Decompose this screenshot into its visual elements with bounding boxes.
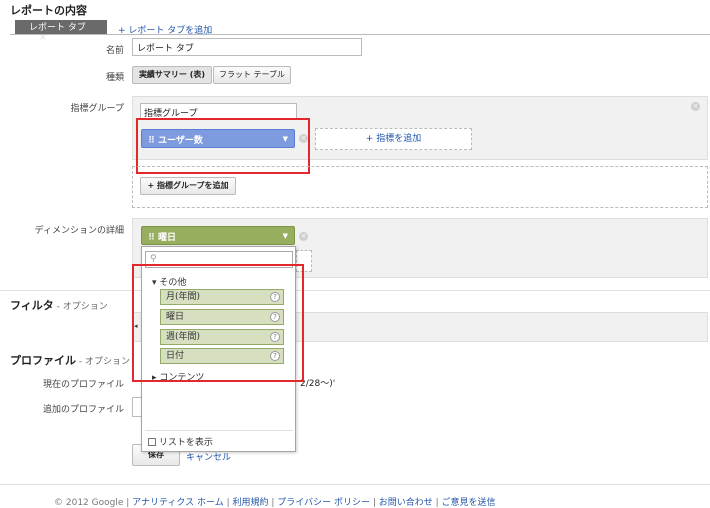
name-label: 名前 [105,46,124,56]
highlight-box-dimensions [132,264,304,382]
type-label: 種類 [105,73,124,83]
type-summary-button[interactable]: 実績サマリー (表) [132,66,212,84]
dimension-label: ディメンションの詳細 [34,226,124,236]
add-metric-group-button[interactable]: + 指標グループを追加 [140,177,236,195]
chevron-down-icon[interactable]: ▼ [283,232,288,240]
add-metric-button[interactable]: + 指標を追加 [315,128,472,150]
tab-report[interactable]: レポート タブ× [15,20,107,43]
footer-link-privacy[interactable]: プライバシー ポリシー [277,498,370,508]
tab-label: レポート タブ [29,23,86,33]
tab-underline [10,34,710,35]
dropdown-divider [145,430,293,431]
footer: © 2012 Google | アナリティクス ホーム | 利用規約 | プライ… [54,498,496,508]
name-value: レポート タブ [137,44,194,54]
divider [0,290,710,291]
footer-link-feedback[interactable]: ご意見を送信 [442,498,496,508]
current-profile-label: 現在のプロファイル [42,380,124,390]
checkbox[interactable] [148,438,156,446]
show-list-toggle[interactable]: リストを表示 [148,435,213,448]
name-field[interactable]: レポート タブ [132,38,362,56]
filter-title: フィルタ - オプション [10,299,108,312]
remove-group-icon[interactable]: × [691,102,700,111]
search-icon: ⚲ [150,254,157,264]
footer-link-terms[interactable]: 利用規約 [233,498,269,508]
footer-divider [0,484,710,485]
profile-title: プロファイル - オプション [10,354,130,367]
remove-dimension-icon[interactable]: × [299,232,308,241]
dimension-chip-weekday[interactable]: ⠿ 曜日 ▼ [141,226,295,245]
footer-link-home[interactable]: アナリティクス ホーム [132,498,224,508]
page-title: レポートの内容 [10,4,87,17]
footer-link-contact[interactable]: お問い合わせ [379,498,433,508]
metric-group-name-field[interactable]: 指標グループ [140,103,297,119]
additional-profile-label: 追加のプロファイル [42,405,124,415]
current-profile-value: 2/28〜)' [300,379,336,389]
type-flat-button[interactable]: フラット テーブル [213,66,291,84]
copyright: © 2012 Google [54,498,124,508]
drag-handle-icon[interactable]: ⠿ [148,233,155,243]
metric-group-label: 指標グループ [70,104,124,114]
